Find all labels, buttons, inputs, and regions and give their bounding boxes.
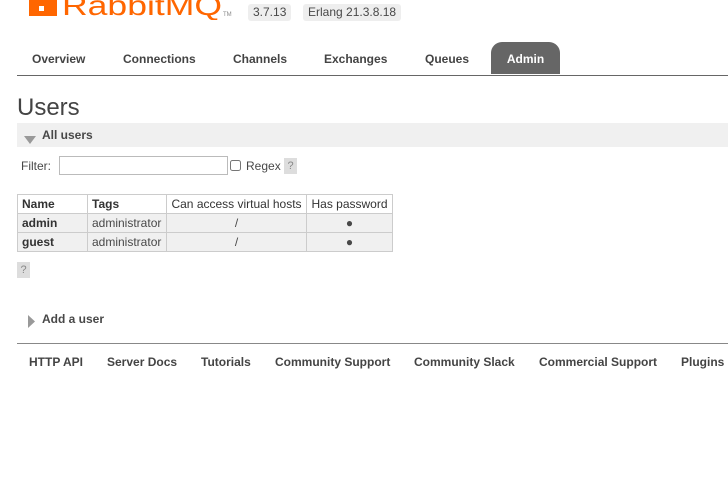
logo-tm: TM bbox=[223, 12, 232, 18]
user-name-link[interactable]: guest bbox=[17, 232, 88, 252]
filter-label: Filter: bbox=[21, 159, 51, 173]
regex-label: Regex bbox=[246, 159, 281, 173]
has-password-indicator: ● bbox=[306, 213, 393, 233]
tab-queues[interactable]: Queues bbox=[425, 42, 469, 74]
tab-connections[interactable]: Connections bbox=[123, 42, 196, 74]
column-header-tags[interactable]: Tags bbox=[87, 194, 167, 214]
table-header-row: Name Tags Can access virtual hosts Has p… bbox=[17, 194, 393, 214]
user-vhosts: / bbox=[166, 213, 307, 233]
version-badge: 3.7.13 bbox=[248, 4, 292, 21]
filter-input[interactable] bbox=[59, 156, 228, 175]
has-password-indicator: ● bbox=[306, 232, 393, 252]
column-header-vhosts[interactable]: Can access virtual hosts bbox=[166, 194, 307, 214]
table-row: admin administrator / ● bbox=[17, 213, 393, 233]
footer-link-plugins[interactable]: Plugins bbox=[681, 355, 724, 369]
user-tags: administrator bbox=[87, 213, 167, 233]
add-user-heading: Add a user bbox=[42, 312, 105, 326]
footer-link-http-api[interactable]: HTTP API bbox=[29, 355, 83, 369]
tab-admin[interactable]: Admin bbox=[491, 42, 560, 74]
footer-link-commercial-support[interactable]: Commercial Support bbox=[539, 355, 657, 369]
table-columns-help-button[interactable]: ? bbox=[17, 262, 30, 278]
rabbitmq-logo[interactable]: RabbitMQ TM bbox=[28, 0, 234, 20]
all-users-section-toggle[interactable]: All users bbox=[17, 123, 728, 147]
footer-link-community-support[interactable]: Community Support bbox=[275, 355, 390, 369]
users-table: Name Tags Can access virtual hosts Has p… bbox=[17, 194, 393, 252]
user-tags: administrator bbox=[87, 232, 167, 252]
footer-link-tutorials[interactable]: Tutorials bbox=[201, 355, 251, 369]
tab-channels[interactable]: Channels bbox=[233, 42, 287, 74]
user-vhosts: / bbox=[166, 232, 307, 252]
user-name-link[interactable]: admin bbox=[17, 213, 88, 233]
add-user-section-toggle[interactable]: Add a user bbox=[17, 307, 728, 331]
footer-link-community-slack[interactable]: Community Slack bbox=[414, 355, 515, 369]
erlang-version-badge: Erlang 21.3.8.18 bbox=[303, 4, 402, 21]
tab-overview[interactable]: Overview bbox=[32, 42, 85, 74]
column-header-name[interactable]: Name bbox=[17, 194, 88, 214]
regex-checkbox[interactable] bbox=[230, 160, 241, 171]
footer-link-server-docs[interactable]: Server Docs bbox=[107, 355, 177, 369]
main-tabs: Overview Connections Channels Exchanges … bbox=[17, 42, 728, 76]
column-header-has-password[interactable]: Has password bbox=[306, 194, 393, 214]
collapsed-arrow-icon bbox=[27, 312, 35, 336]
tab-exchanges[interactable]: Exchanges bbox=[324, 42, 387, 74]
expanded-arrow-icon bbox=[24, 129, 36, 153]
filter-help-button[interactable]: ? bbox=[284, 158, 297, 174]
all-users-heading: All users bbox=[42, 128, 93, 142]
page-title: Users bbox=[17, 94, 80, 121]
footer: HTTP API Server Docs Tutorials Community… bbox=[17, 343, 728, 380]
table-row: guest administrator / ● bbox=[17, 232, 393, 252]
logo-text: RabbitMQ bbox=[62, 0, 222, 20]
